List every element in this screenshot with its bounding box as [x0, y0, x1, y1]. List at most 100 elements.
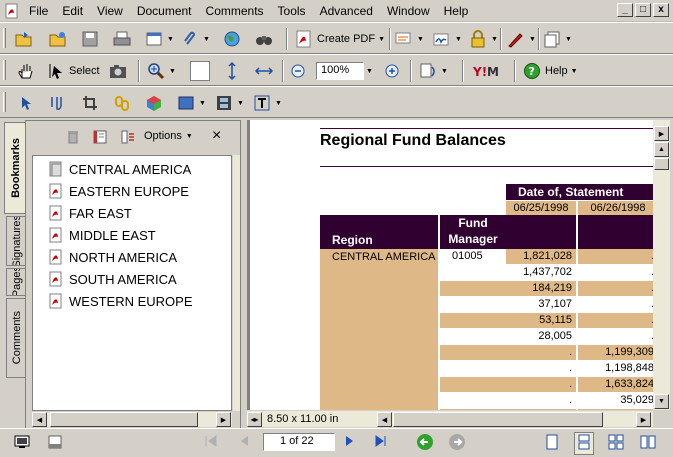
organizer-button[interactable]	[48, 27, 68, 51]
close-panel-button[interactable]: ×	[212, 127, 221, 145]
menu-view[interactable]: View	[90, 4, 130, 18]
actual-size-button[interactable]	[190, 59, 210, 83]
toggle-panels-button[interactable]	[14, 435, 30, 452]
tab-signatures[interactable]: Signatures	[6, 216, 26, 266]
scroll-right-button[interactable]: ▶	[636, 412, 651, 427]
scroll-right-button[interactable]: ▶	[216, 412, 231, 427]
toolbar-grip[interactable]	[3, 60, 6, 80]
first-page-button[interactable]	[204, 434, 218, 451]
expand-bookmark-button[interactable]	[120, 129, 136, 148]
search-button[interactable]	[254, 27, 274, 51]
document-view[interactable]: Regional Fund Balances Date of, Statemen…	[247, 120, 653, 410]
scroll-left-button[interactable]: ◀	[32, 412, 47, 427]
menu-file[interactable]: File	[22, 4, 55, 18]
email-doc-button[interactable]: ▼	[144, 27, 174, 51]
scroll-thumb[interactable]	[393, 412, 603, 427]
fit-width-button[interactable]	[254, 59, 274, 83]
last-page-button[interactable]	[374, 434, 388, 451]
bookmark-item[interactable]: FAR EAST	[49, 203, 132, 223]
touchup-text-button[interactable]	[48, 91, 68, 115]
tab-pages[interactable]: Pages	[6, 268, 26, 296]
options-menu-button[interactable]: Options ▼	[144, 130, 193, 142]
pages-button[interactable]: ▼	[542, 27, 572, 51]
open-button[interactable]	[14, 27, 34, 51]
shape-tool-button[interactable]: ▼	[176, 91, 206, 115]
menu-bar-toggle-button[interactable]	[48, 435, 62, 452]
scroll-thumb[interactable]	[50, 412, 198, 427]
pen-button[interactable]: ▼	[506, 27, 536, 51]
next-page-button[interactable]	[344, 434, 356, 451]
menu-advanced[interactable]: Advanced	[313, 4, 380, 18]
bookmarks-hscrollbar[interactable]: ◀ ▶	[32, 411, 232, 427]
bookmark-item[interactable]: CENTRAL AMERICA	[49, 159, 191, 179]
bookmark-item[interactable]: SOUTH AMERICA	[49, 269, 177, 289]
bookmarks-vscrollbar[interactable]	[232, 155, 240, 411]
scroll-up-button[interactable]: ▲	[654, 142, 669, 157]
snapshot-button[interactable]	[108, 59, 128, 83]
scroll-left-button[interactable]: ◀	[377, 412, 392, 427]
document-vscrollbar[interactable]: ▶ ▲ ▼	[653, 120, 670, 410]
page-next-arrow[interactable]: ▶	[654, 126, 669, 141]
new-bookmark-button[interactable]	[92, 129, 108, 148]
zoom-out-button[interactable]	[288, 59, 308, 83]
sign-button[interactable]: ▼	[432, 27, 462, 51]
page-number-input[interactable]: 1 of 22	[263, 433, 335, 451]
zoom-input[interactable]: 100%	[316, 62, 364, 80]
delete-bookmark-button[interactable]	[66, 129, 80, 148]
tab-comments[interactable]: Comments	[6, 298, 26, 378]
bookmark-item[interactable]: EASTERN EUROPE	[49, 181, 189, 201]
yahoo-search-button[interactable]: Y! M	[472, 59, 506, 83]
print-button[interactable]	[112, 27, 132, 51]
attach-button[interactable]: ▼	[180, 27, 210, 51]
page-size-grip[interactable]: ◂▸	[247, 412, 262, 427]
hand-tool-button[interactable]	[16, 59, 36, 83]
bookmark-item[interactable]: NORTH AMERICA	[49, 247, 177, 267]
movie-tool-button[interactable]: ▼	[214, 91, 244, 115]
restore-button[interactable]: □	[635, 3, 651, 17]
previous-page-button[interactable]	[238, 434, 250, 451]
link-tool-button[interactable]	[112, 91, 132, 115]
table-cell: .	[578, 329, 653, 344]
toolbar-grip[interactable]	[3, 28, 6, 48]
go-back-button[interactable]	[416, 433, 434, 454]
acrobat-app-icon[interactable]	[5, 3, 19, 19]
web-button[interactable]	[222, 27, 242, 51]
zoom-dropdown[interactable]: ▼	[366, 59, 373, 83]
zoom-tool-button[interactable]: ▼	[146, 59, 176, 83]
bookmark-item[interactable]: MIDDLE EAST	[49, 225, 156, 245]
bookmark-label: CENTRAL AMERICA	[69, 161, 192, 177]
scroll-down-button[interactable]: ▼	[654, 394, 669, 409]
select-tool-button[interactable]: Select	[46, 59, 100, 83]
secure-button[interactable]: ▼	[468, 27, 498, 51]
single-page-view-button[interactable]	[544, 434, 560, 453]
crop-button[interactable]	[80, 91, 100, 115]
menu-document[interactable]: Document	[130, 4, 199, 18]
bookmark-item[interactable]: WESTERN EUROPE	[49, 291, 193, 311]
close-document-button[interactable]: x	[653, 3, 669, 17]
continuous-view-button[interactable]	[574, 432, 594, 455]
go-forward-button[interactable]	[448, 433, 466, 454]
scroll-thumb[interactable]	[654, 158, 669, 170]
create-pdf-button[interactable]: Create PDF ▼	[294, 27, 385, 51]
text-field-button[interactable]: ▼	[252, 91, 282, 115]
fit-page-button[interactable]	[222, 59, 242, 83]
minimize-button[interactable]: _	[617, 3, 633, 17]
document-hscrollbar[interactable]: ◂▸ 8.50 x 11.00 in ◀ ▶	[247, 410, 653, 427]
save-button[interactable]	[80, 27, 100, 51]
tab-bookmarks[interactable]: Bookmarks	[4, 122, 26, 214]
menu-help[interactable]: Help	[437, 4, 476, 18]
object-select-button[interactable]	[16, 91, 36, 115]
continuous-facing-view-button[interactable]	[640, 434, 656, 453]
3d-tool-button[interactable]	[144, 91, 164, 115]
menu-window[interactable]: Window	[380, 4, 437, 18]
bookmark-label: SOUTH AMERICA	[69, 271, 177, 287]
menu-tools[interactable]: Tools	[271, 4, 313, 18]
help-button[interactable]: ? Help ▼	[522, 59, 578, 83]
toolbar-grip[interactable]	[3, 92, 6, 112]
zoom-in-button[interactable]	[382, 59, 402, 83]
review-button[interactable]: ▼	[394, 27, 424, 51]
menu-comments[interactable]: Comments	[199, 4, 271, 18]
facing-view-button[interactable]	[608, 434, 624, 453]
menu-edit[interactable]: Edit	[55, 4, 90, 18]
rotate-view-button[interactable]: ▼	[418, 59, 448, 83]
